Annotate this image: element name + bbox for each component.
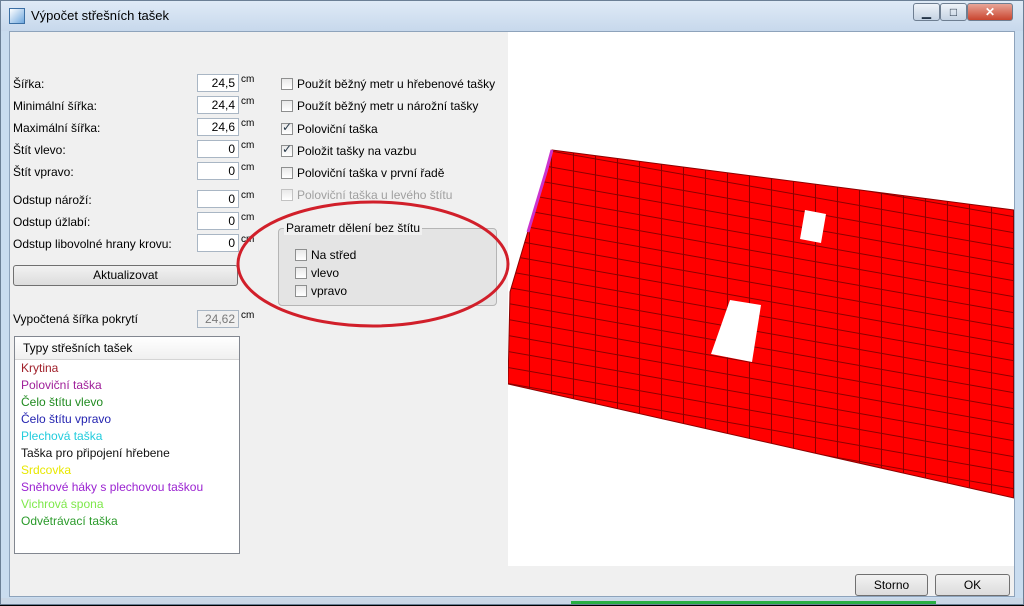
progress-bar bbox=[571, 601, 936, 604]
minimize-button[interactable]: ▁ bbox=[913, 3, 940, 21]
roof-preview-viewport[interactable] bbox=[507, 32, 1015, 566]
right-checkbox[interactable] bbox=[295, 285, 307, 297]
unit-label: cm bbox=[241, 234, 255, 245]
field-label: Odstup úžlabí: bbox=[13, 215, 91, 229]
list-item[interactable]: Taška pro připojení hřebene bbox=[15, 445, 239, 462]
field-label: Štít vpravo: bbox=[13, 165, 74, 179]
dialog-body: Šířka: 24,5 cm Minimální šířka: 24,4 cm … bbox=[9, 31, 1015, 597]
cancel-button[interactable]: Storno bbox=[855, 574, 928, 596]
checkbox-label[interactable]: Poloviční taška v první řadě bbox=[297, 166, 444, 180]
tile-types-items: Krytina Poloviční taška Čelo štítu vlevo… bbox=[15, 360, 239, 530]
list-item[interactable]: Krytina bbox=[15, 360, 239, 377]
valley-offset-input[interactable]: 0 bbox=[197, 212, 239, 230]
computed-width-value: 24,62 bbox=[197, 310, 239, 328]
checkbox-label[interactable]: Položit tašky na vazbu bbox=[297, 144, 416, 158]
app-icon bbox=[9, 8, 25, 24]
max-width-input[interactable]: 24,6 bbox=[197, 118, 239, 136]
roof-surface[interactable] bbox=[507, 149, 1015, 499]
app-window: Výpočet střešních tašek ▁ □ ✕ Šířka: 24,… bbox=[0, 0, 1024, 605]
left-checkbox[interactable] bbox=[295, 267, 307, 279]
group-title: Parametr dělení bez štítu bbox=[284, 221, 423, 235]
ridge-meter-checkbox[interactable] bbox=[281, 78, 293, 90]
division-parameter-group: Parametr dělení bez štítu Na střed vlevo… bbox=[278, 221, 497, 306]
half-tile-left-gable-checkbox bbox=[281, 189, 293, 201]
unit-label: cm bbox=[241, 118, 255, 129]
list-item[interactable]: Vichrová spona bbox=[15, 496, 239, 513]
field-label: Minimální šířka: bbox=[13, 99, 98, 113]
checkbox-label[interactable]: Použít běžný metr u hřebenové tašky bbox=[297, 77, 495, 91]
computed-width-label: Vypočtená šířka pokrytí bbox=[13, 312, 138, 326]
ok-button[interactable]: OK bbox=[935, 574, 1010, 596]
unit-label: cm bbox=[241, 212, 255, 223]
field-label: Štít vlevo: bbox=[13, 143, 66, 157]
update-button[interactable]: Aktualizovat bbox=[13, 265, 238, 286]
bond-laying-checkbox[interactable] bbox=[281, 142, 293, 157]
list-item[interactable]: Plechová taška bbox=[15, 428, 239, 445]
unit-label: cm bbox=[241, 74, 255, 85]
list-item[interactable]: Čelo štítu vlevo bbox=[15, 394, 239, 411]
field-label: Odstup libovolné hrany krovu: bbox=[13, 237, 172, 251]
checkbox-label[interactable]: vpravo bbox=[311, 284, 347, 298]
gable-left-input[interactable]: 0 bbox=[197, 140, 239, 158]
unit-label: cm bbox=[241, 162, 255, 173]
unit-label: cm bbox=[241, 140, 255, 151]
center-checkbox[interactable] bbox=[295, 249, 307, 261]
half-tile-first-row-checkbox[interactable] bbox=[281, 167, 293, 179]
gable-right-input[interactable]: 0 bbox=[197, 162, 239, 180]
list-item[interactable]: Odvětrávací taška bbox=[15, 513, 239, 530]
list-item[interactable]: Čelo štítu vpravo bbox=[15, 411, 239, 428]
list-item[interactable]: Srdcovka bbox=[15, 462, 239, 479]
checkbox-label[interactable]: Poloviční taška bbox=[297, 122, 378, 136]
list-item[interactable]: Poloviční taška bbox=[15, 377, 239, 394]
list-header[interactable]: Typy střešních tašek bbox=[15, 337, 239, 360]
half-tile-checkbox[interactable] bbox=[281, 120, 293, 135]
unit-label: cm bbox=[241, 190, 255, 201]
field-label: Šířka: bbox=[13, 77, 45, 91]
maximize-button[interactable]: □ bbox=[940, 3, 967, 21]
window-title: Výpočet střešních tašek bbox=[31, 8, 170, 23]
checkbox-label[interactable]: vlevo bbox=[311, 266, 339, 280]
width-input[interactable]: 24,5 bbox=[197, 74, 239, 92]
roof-preview-canvas[interactable] bbox=[507, 32, 1015, 566]
hip-offset-input[interactable]: 0 bbox=[197, 190, 239, 208]
checkbox-label[interactable]: Použít běžný metr u nárožní tašky bbox=[297, 99, 478, 113]
field-label: Maximální šířka: bbox=[13, 121, 101, 135]
edge-offset-input[interactable]: 0 bbox=[197, 234, 239, 252]
close-button[interactable]: ✕ bbox=[967, 3, 1013, 21]
checkbox-label: Poloviční taška u levého štítu bbox=[297, 188, 453, 202]
unit-label: cm bbox=[241, 96, 255, 107]
tile-types-list[interactable]: Typy střešních tašek Krytina Poloviční t… bbox=[14, 336, 240, 554]
list-item[interactable]: Sněhové háky s plechovou taškou bbox=[15, 479, 239, 496]
unit-label: cm bbox=[241, 310, 255, 321]
title-bar[interactable]: Výpočet střešních tašek ▁ □ ✕ bbox=[1, 1, 1023, 31]
min-width-input[interactable]: 24,4 bbox=[197, 96, 239, 114]
field-label: Odstup nároží: bbox=[13, 193, 92, 207]
hip-meter-checkbox[interactable] bbox=[281, 100, 293, 112]
checkbox-label[interactable]: Na střed bbox=[311, 248, 356, 262]
